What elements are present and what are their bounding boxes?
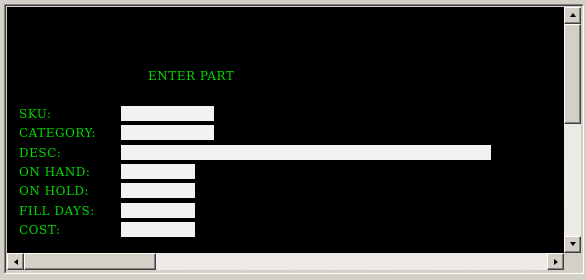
fill-days-label: FILL DAYS: <box>19 204 95 218</box>
terminal-screen[interactable]: ENTER PART SKU: CATEGORY: DESC: ON HAND:… <box>7 7 564 253</box>
category-label: CATEGORY: <box>19 126 97 140</box>
sku-field[interactable] <box>121 106 214 121</box>
sku-label: SKU: <box>19 107 52 121</box>
on-hold-label: ON HOLD: <box>19 184 90 198</box>
desc-field[interactable] <box>121 145 491 160</box>
on-hold-field[interactable] <box>121 183 195 198</box>
vertical-scrollbar[interactable] <box>564 7 581 253</box>
fill-days-field[interactable] <box>121 203 195 218</box>
scroll-up-button[interactable] <box>564 7 581 24</box>
scrollbar-corner <box>564 253 581 270</box>
arrow-left-icon <box>14 259 18 265</box>
scroll-down-button[interactable] <box>564 236 581 253</box>
arrow-up-icon <box>570 13 576 17</box>
form-title: ENTER PART <box>148 69 235 83</box>
on-hand-field[interactable] <box>121 164 195 179</box>
arrow-down-icon <box>570 242 576 246</box>
on-hand-label: ON HAND: <box>19 165 91 179</box>
category-field[interactable] <box>121 125 214 140</box>
horizontal-scroll-thumb[interactable] <box>24 253 156 270</box>
terminal-window: ENTER PART SKU: CATEGORY: DESC: ON HAND:… <box>0 0 586 280</box>
cost-field[interactable] <box>121 222 195 237</box>
desc-label: DESC: <box>19 146 62 160</box>
scroll-right-button[interactable] <box>547 253 564 270</box>
vertical-scroll-thumb[interactable] <box>564 24 581 124</box>
scroll-left-button[interactable] <box>7 253 24 270</box>
arrow-right-icon <box>554 259 558 265</box>
horizontal-scrollbar[interactable] <box>7 253 564 270</box>
cost-label: COST: <box>19 223 61 237</box>
